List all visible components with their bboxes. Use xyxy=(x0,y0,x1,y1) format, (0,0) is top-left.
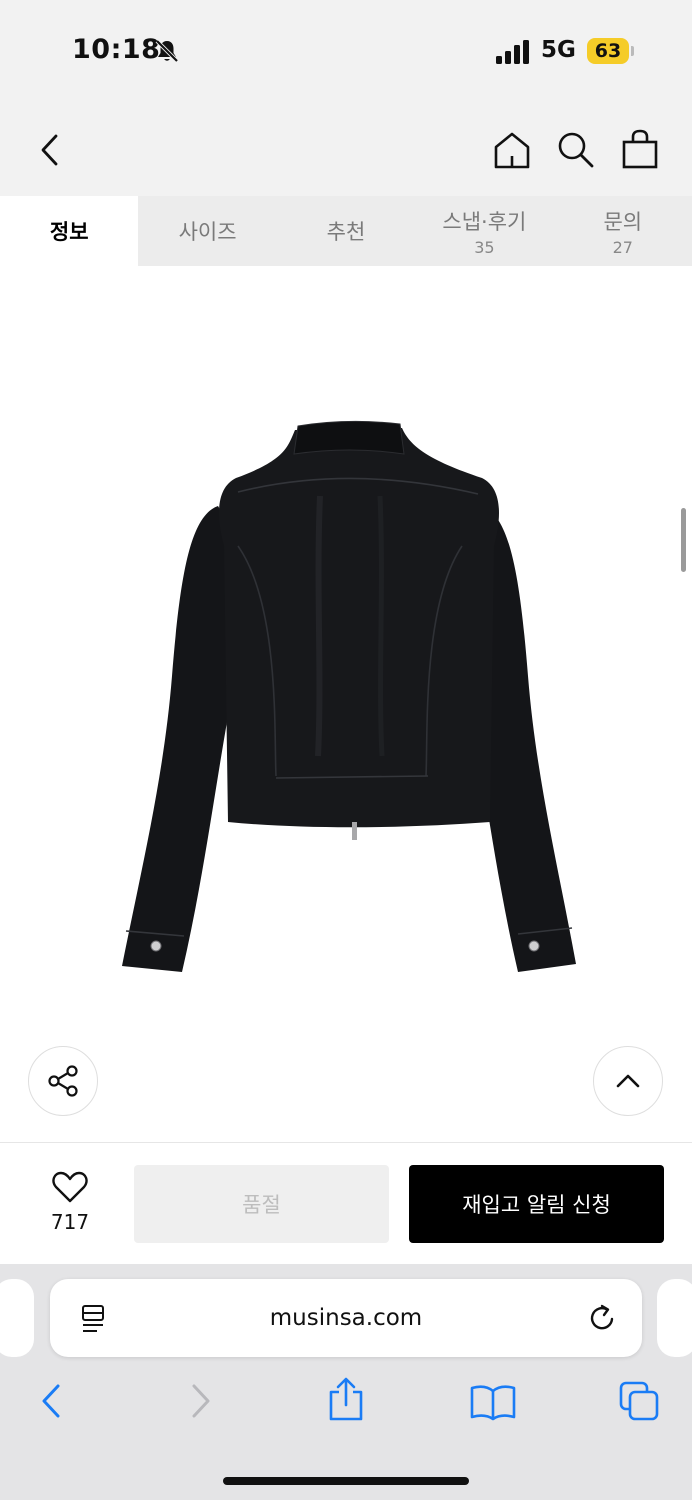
restock-alert-button[interactable]: 재입고 알림 신청 xyxy=(409,1165,664,1243)
battery-nub xyxy=(631,46,634,56)
tab-label: 사이즈 xyxy=(178,220,237,244)
tab-label: 추천 xyxy=(326,220,366,244)
browser-forward-icon[interactable] xyxy=(186,1382,216,1420)
top-navigation xyxy=(0,100,692,196)
reader-mode-icon[interactable] xyxy=(80,1303,108,1335)
search-icon[interactable] xyxy=(556,130,596,170)
tab-size[interactable]: 사이즈 xyxy=(138,196,276,266)
like-count: 717 xyxy=(50,1210,90,1234)
scrollbar[interactable] xyxy=(681,508,686,572)
tab-info[interactable]: 정보 xyxy=(0,196,139,266)
tab-inquiry[interactable]: 문의 27 xyxy=(554,196,692,266)
url-text: musinsa.com xyxy=(269,1305,423,1331)
tab-label: 정보 xyxy=(49,220,89,244)
previous-tab-preview[interactable] xyxy=(0,1279,34,1357)
reload-icon[interactable] xyxy=(588,1303,618,1333)
battery-level: 63 xyxy=(587,38,629,64)
cellular-signal-icon xyxy=(496,40,529,64)
chevron-left-icon[interactable] xyxy=(34,130,64,170)
network-type: 5G xyxy=(541,37,576,63)
status-bar: 10:18 5G 63 xyxy=(0,0,692,100)
browser-back-icon[interactable] xyxy=(36,1382,66,1420)
product-tabs: 정보 사이즈 추천 스냅·후기 35 문의 27 xyxy=(0,196,692,266)
tab-label: 문의 xyxy=(603,209,643,234)
tab-recommend[interactable]: 추천 xyxy=(277,196,415,266)
chevron-up-icon xyxy=(616,1074,640,1088)
tabs-icon[interactable] xyxy=(618,1380,660,1422)
share-button[interactable] xyxy=(28,1046,98,1116)
tab-count: 35 xyxy=(474,237,495,257)
next-tab-preview[interactable] xyxy=(657,1279,692,1357)
home-indicator[interactable] xyxy=(223,1477,469,1485)
shopping-bag-icon[interactable] xyxy=(620,128,660,170)
address-bar[interactable]: musinsa.com xyxy=(50,1279,642,1357)
share-icon xyxy=(48,1065,78,1097)
share-sheet-icon[interactable] xyxy=(326,1376,366,1422)
status-time: 10:18 xyxy=(72,34,161,65)
product-image-area xyxy=(0,266,692,1142)
scroll-top-button[interactable] xyxy=(593,1046,663,1116)
product-image xyxy=(122,420,576,972)
soldout-button: 품절 xyxy=(134,1165,389,1243)
bell-slash-icon xyxy=(155,39,179,63)
heart-icon[interactable] xyxy=(52,1170,88,1204)
tab-label: 스냅·후기 xyxy=(442,209,527,234)
bookmarks-icon[interactable] xyxy=(469,1383,517,1421)
home-icon[interactable] xyxy=(492,130,532,170)
tab-snap-review[interactable]: 스냅·후기 35 xyxy=(415,196,553,266)
tab-count: 27 xyxy=(612,237,633,257)
